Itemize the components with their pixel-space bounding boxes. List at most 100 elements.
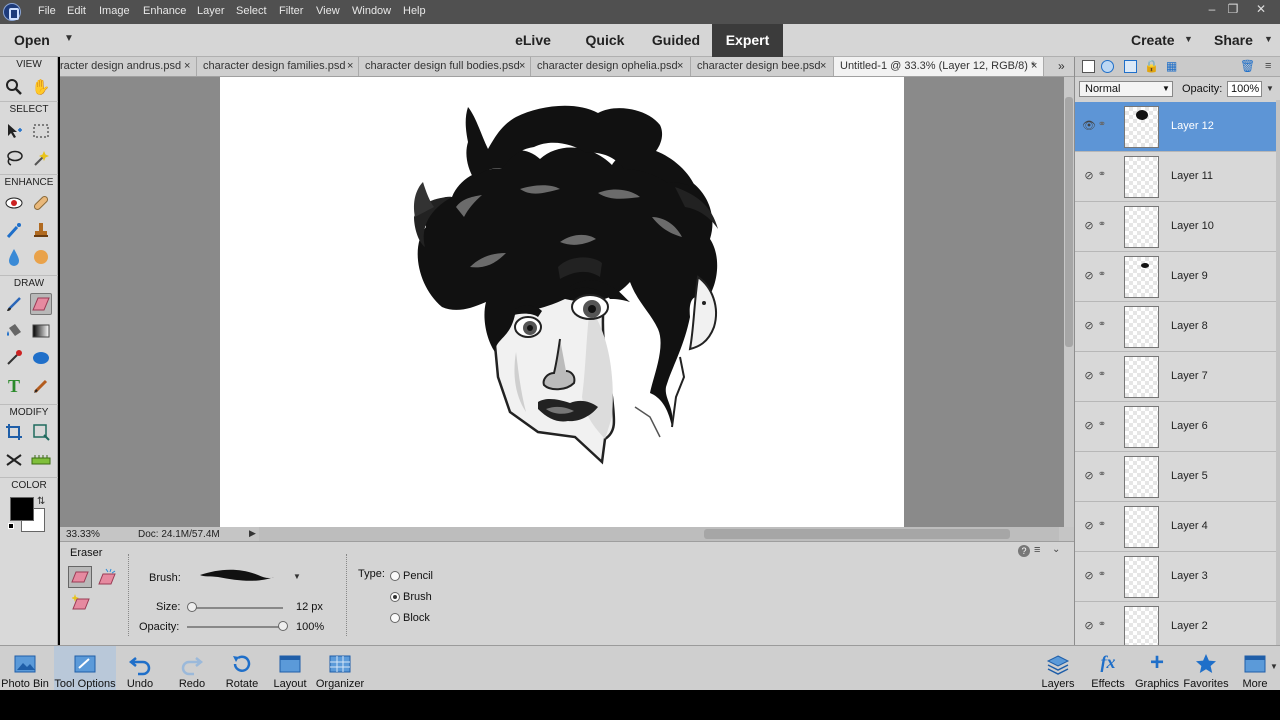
- brush-dropdown-icon[interactable]: ▼: [293, 572, 301, 581]
- new-layer-icon[interactable]: [1082, 60, 1095, 73]
- gradient-tool-icon[interactable]: [30, 320, 52, 342]
- layer-row[interactable]: ⊘ ⚭ Layer 7: [1075, 352, 1276, 402]
- share-dropdown-icon[interactable]: ▼: [1264, 34, 1273, 44]
- help-icon[interactable]: ?: [1018, 545, 1030, 557]
- more-tabs-icon[interactable]: »: [1058, 59, 1065, 73]
- photo-bin-button[interactable]: Photo Bin: [0, 646, 50, 691]
- minimize-icon[interactable]: –: [1203, 2, 1221, 18]
- type-brush-label[interactable]: Brush: [403, 591, 432, 603]
- size-slider[interactable]: [190, 607, 283, 609]
- vertical-scrollbar[interactable]: [1064, 77, 1074, 527]
- menu-enhance[interactable]: Enhance: [143, 5, 186, 17]
- layer-row[interactable]: ⊘ ⚭ Layer 9: [1075, 252, 1276, 302]
- tab-ophelia[interactable]: character design ophelia.psd ×: [531, 57, 691, 76]
- mode-expert[interactable]: Expert: [712, 24, 783, 57]
- close-tab-icon[interactable]: ×: [820, 57, 826, 76]
- hidden-eye-icon[interactable]: ⊘: [1081, 269, 1097, 283]
- layer-opacity-input[interactable]: 100%: [1227, 81, 1262, 97]
- close-window-icon[interactable]: ✕: [1252, 2, 1270, 18]
- link-icon[interactable]: ⚭: [1096, 519, 1108, 533]
- blend-mode-select[interactable]: Normal ▼: [1079, 81, 1173, 97]
- layer-row[interactable]: ⊘ ⚭ Layer 8: [1075, 302, 1276, 352]
- close-tab-icon[interactable]: ×: [519, 57, 525, 76]
- type-tool-icon[interactable]: T: [3, 375, 25, 397]
- hidden-eye-icon[interactable]: ⊘: [1081, 369, 1097, 383]
- type-block-radio[interactable]: [390, 613, 400, 623]
- undo-button[interactable]: Undo: [118, 646, 162, 691]
- status-menu-arrow-icon[interactable]: ▶: [249, 528, 256, 539]
- hidden-eye-icon[interactable]: ⊘: [1081, 619, 1097, 633]
- link-icon[interactable]: ⚭: [1096, 169, 1108, 183]
- mode-guided[interactable]: Guided: [645, 24, 707, 57]
- eyedropper-tool-icon[interactable]: [3, 347, 25, 369]
- canvas-area[interactable]: [60, 77, 1064, 527]
- layer-row[interactable]: ⊘ ⚭ Layer 4: [1075, 502, 1276, 552]
- tab-bee[interactable]: character design bee.psd ×: [691, 57, 834, 76]
- layer-opacity-dropdown-icon[interactable]: ▼: [1266, 84, 1274, 93]
- restore-icon[interactable]: ❐: [1224, 2, 1242, 18]
- blur-tool-icon[interactable]: [3, 246, 25, 268]
- link-icon[interactable]: ⚭: [1096, 119, 1108, 133]
- hidden-eye-icon[interactable]: ⊘: [1081, 219, 1097, 233]
- vertical-scroll-thumb[interactable]: [1065, 97, 1073, 347]
- tab-andrus[interactable]: racter design andrus.psd ×: [60, 57, 197, 76]
- eraser-tool-icon[interactable]: [30, 293, 52, 315]
- document-canvas[interactable]: [220, 77, 904, 527]
- link-icon[interactable]: ⚭: [1096, 319, 1108, 333]
- hidden-eye-icon[interactable]: ⊘: [1081, 469, 1097, 483]
- layers-menu-icon[interactable]: ≡: [1265, 60, 1271, 72]
- favorites-button[interactable]: Favorites: [1183, 646, 1229, 691]
- mode-elive[interactable]: eLive: [506, 24, 560, 57]
- layer-row[interactable]: 👁 ⚭ Layer 12: [1075, 102, 1276, 152]
- close-tab-icon[interactable]: ×: [677, 57, 683, 76]
- magic-eraser-icon[interactable]: [71, 593, 92, 614]
- layers-button[interactable]: Layers: [1036, 646, 1080, 691]
- clone-stamp-tool-icon[interactable]: [30, 219, 52, 241]
- smart-brush-tool-icon[interactable]: [3, 219, 25, 241]
- link-icon[interactable]: ⚭: [1096, 219, 1108, 233]
- spot-healing-tool-icon[interactable]: [30, 192, 52, 214]
- link-icon[interactable]: ⚭: [1096, 469, 1108, 483]
- layer-row[interactable]: ⊘ ⚭ Layer 2: [1075, 602, 1276, 645]
- opacity-value[interactable]: 100%: [296, 621, 324, 633]
- hidden-eye-icon[interactable]: ⊘: [1081, 569, 1097, 583]
- default-colors-icon[interactable]: [8, 523, 14, 529]
- tab-full-bodies[interactable]: character design full bodies.psd ×: [359, 57, 531, 76]
- background-eraser-icon[interactable]: [98, 568, 118, 589]
- straighten-tool-icon[interactable]: [30, 449, 52, 471]
- swap-colors-icon[interactable]: ⇅: [37, 496, 45, 507]
- hand-tool-icon[interactable]: ✋: [30, 76, 52, 98]
- type-pencil-label[interactable]: Pencil: [403, 570, 433, 582]
- type-block-label[interactable]: Block: [403, 612, 430, 624]
- close-tab-icon[interactable]: ×: [347, 57, 353, 76]
- effects-button[interactable]: fx Effects: [1086, 646, 1130, 691]
- marquee-tool-icon[interactable]: [30, 120, 52, 142]
- hidden-eye-icon[interactable]: ⊘: [1081, 419, 1097, 433]
- layer-row[interactable]: ⊘ ⚭ Layer 5: [1075, 452, 1276, 502]
- opacity-slider[interactable]: [187, 626, 283, 628]
- sponge-tool-icon[interactable]: [30, 246, 52, 268]
- share-button[interactable]: Share: [1214, 32, 1253, 48]
- shape-tool-icon[interactable]: [30, 347, 52, 369]
- horizontal-scrollbar[interactable]: [259, 527, 1059, 541]
- organizer-button[interactable]: Organizer: [314, 646, 366, 691]
- lock-all-icon[interactable]: 🔒: [1144, 59, 1159, 73]
- link-icon[interactable]: ⚭: [1096, 369, 1108, 383]
- more-button[interactable]: More: [1236, 646, 1274, 691]
- link-icon[interactable]: ⚭: [1096, 269, 1108, 283]
- mode-quick[interactable]: Quick: [578, 24, 632, 57]
- menu-help[interactable]: Help: [403, 5, 426, 17]
- delete-layer-icon[interactable]: 🗑: [1240, 59, 1255, 73]
- opacity-slider-handle[interactable]: [278, 621, 288, 631]
- zoom-tool-icon[interactable]: [3, 76, 25, 98]
- hidden-eye-icon[interactable]: ⊘: [1081, 169, 1097, 183]
- layer-row[interactable]: ⊘ ⚭ Layer 6: [1075, 402, 1276, 452]
- brush-preset-picker[interactable]: [198, 565, 278, 588]
- pencil-tool-icon[interactable]: [30, 375, 52, 397]
- redo-button[interactable]: Redo: [170, 646, 214, 691]
- layer-mask-icon[interactable]: [1124, 60, 1137, 73]
- link-icon[interactable]: ⚭: [1096, 619, 1108, 633]
- crop-tool-icon[interactable]: [3, 421, 25, 443]
- menu-layer[interactable]: Layer: [197, 5, 225, 17]
- lasso-tool-icon[interactable]: [3, 147, 25, 169]
